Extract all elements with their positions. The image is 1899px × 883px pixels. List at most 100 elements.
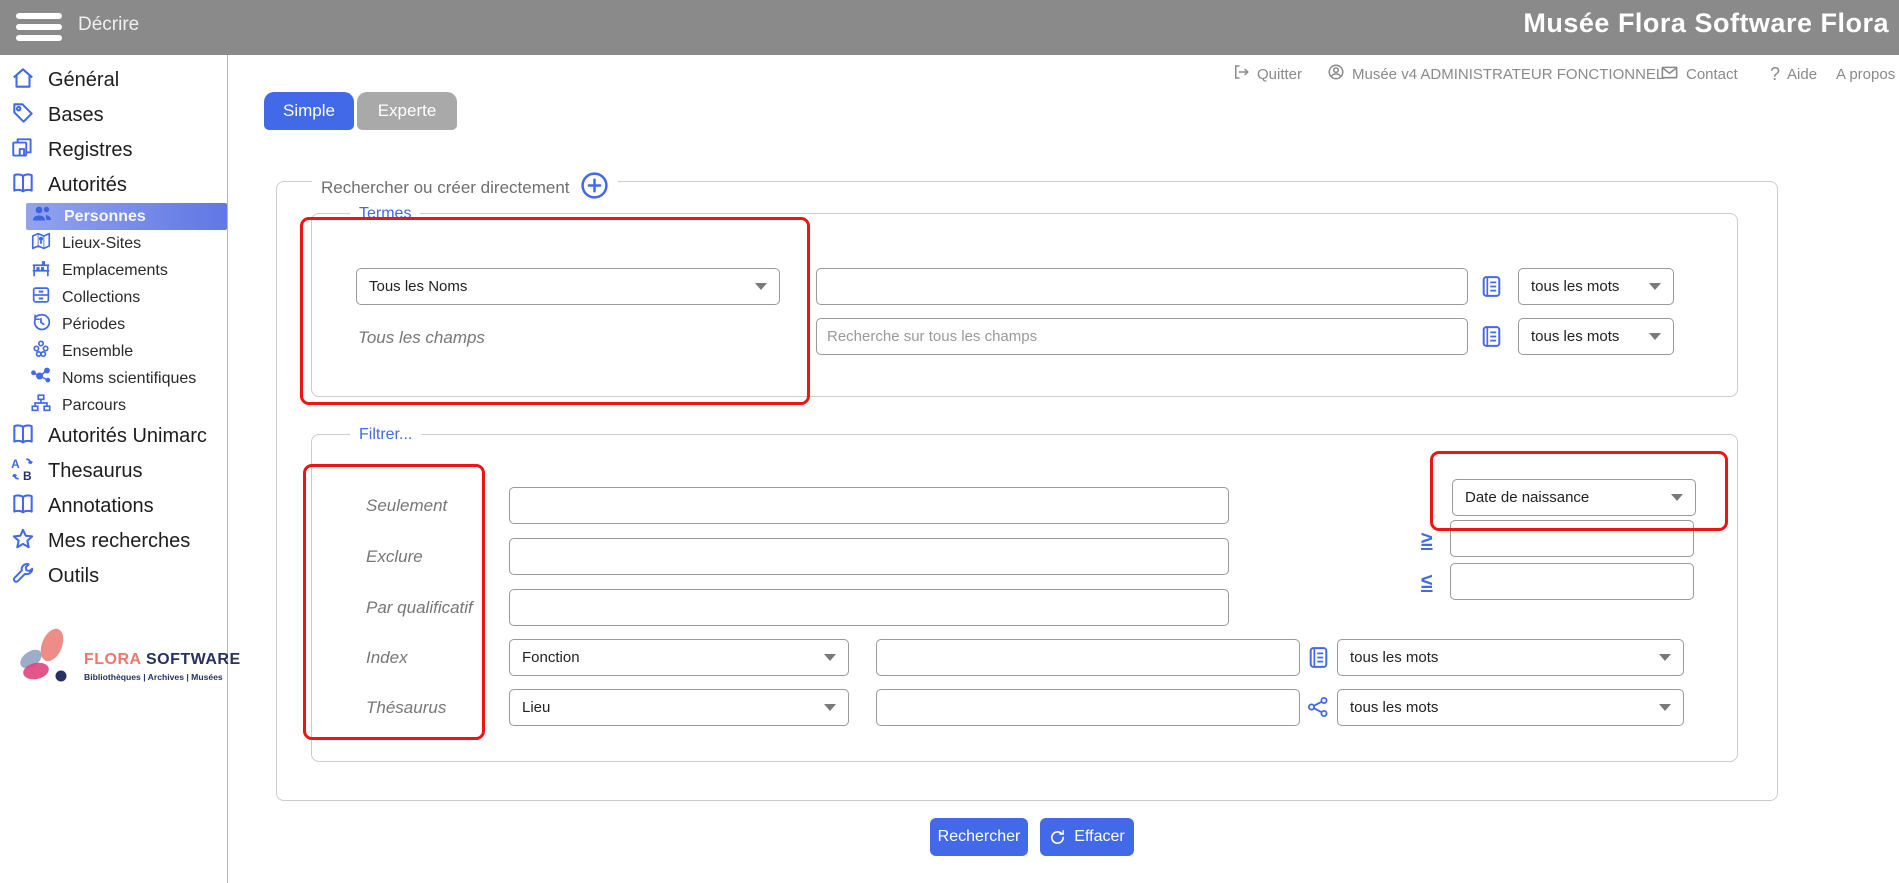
envelope-icon <box>1660 63 1679 86</box>
sidebar-item-mes-recherches[interactable]: Mes recherches <box>0 524 227 559</box>
par-qualificatif-input[interactable] <box>509 589 1229 626</box>
brand-tagline: Bibliothèques | Archives | Musées <box>84 672 224 682</box>
sidebar-item-periodes[interactable]: Périodes <box>0 311 227 338</box>
brand-flora: FLORA <box>84 651 141 668</box>
sidebar-item-autorites[interactable]: Autorités <box>0 168 227 203</box>
shelf-icon <box>30 257 52 284</box>
index-book-icon[interactable] <box>1479 324 1504 354</box>
contact-link[interactable]: Contact <box>1660 63 1738 85</box>
index-match-select[interactable]: tous les mots <box>1337 639 1684 676</box>
book-icon <box>10 170 36 202</box>
filter-label-thesaurus: Thésaurus <box>366 698 446 718</box>
sidebar-item-label: Général <box>48 69 119 92</box>
chevron-down-icon <box>755 283 767 290</box>
sidebar-item-noms-scientifiques[interactable]: Noms scientifiques <box>0 365 227 392</box>
sidebar-item-label: Annotations <box>48 495 154 518</box>
termes-legend: Termes <box>350 205 420 223</box>
clear-button[interactable]: Effacer <box>1040 818 1134 856</box>
lte-symbol: ≤ <box>1421 570 1433 594</box>
registers-icon <box>10 135 36 167</box>
date-gte-input[interactable] <box>1450 520 1694 557</box>
sidebar-item-emplacements[interactable]: Emplacements <box>0 257 227 284</box>
index-value-input[interactable] <box>876 639 1300 676</box>
exit-icon <box>1232 63 1250 85</box>
hamburger-menu-icon[interactable] <box>16 13 62 43</box>
index-book-icon[interactable] <box>1306 645 1331 675</box>
thesaurus-field-select[interactable]: Lieu <box>509 689 849 726</box>
sidebar-item-collections[interactable]: Collections <box>0 284 227 311</box>
refresh-icon <box>1049 829 1066 846</box>
sidebar-item-label: Personnes <box>64 208 146 226</box>
index-book-icon[interactable] <box>1479 274 1504 304</box>
user-account[interactable]: Musée v4 ADMINISTRATEUR FONCTIONNEL <box>1327 63 1664 85</box>
sidebar-item-autorites-unimarc[interactable]: Autorités Unimarc <box>0 419 227 454</box>
sidebar-item-label: Ensemble <box>62 343 133 361</box>
tab-experte[interactable]: Experte <box>357 92 457 130</box>
sidebar-item-annotations[interactable]: Annotations <box>0 489 227 524</box>
brand-software: SOFTWARE <box>146 651 241 668</box>
sidebar-item-ensemble[interactable]: Ensemble <box>0 338 227 365</box>
sidebar-item-bases[interactable]: Bases <box>0 98 227 133</box>
translate-icon: AB <box>10 456 36 488</box>
chevron-down-icon <box>824 704 836 711</box>
sidebar-item-personnes[interactable]: Personnes <box>26 203 227 230</box>
name-search-input[interactable] <box>816 268 1468 305</box>
filter-label-exclure: Exclure <box>366 547 423 567</box>
sidebar-item-lieux-sites[interactable]: Lieux-Sites <box>0 230 227 257</box>
apropos-link[interactable]: A propos <box>1836 63 1895 85</box>
chevron-down-icon <box>1671 494 1683 501</box>
home-icon <box>10 65 36 97</box>
sidebar-item-label: Thesaurus <box>48 460 143 483</box>
orgchart-icon <box>30 392 52 419</box>
chevron-down-icon <box>1659 704 1671 711</box>
sidebar-item-registres[interactable]: Registres <box>0 133 227 168</box>
wrench-icon <box>10 561 36 593</box>
all-fields-match-select[interactable]: tous les mots <box>1518 318 1674 355</box>
aide-link[interactable]: ? Aide <box>1770 63 1817 85</box>
sidebar-item-label: Collections <box>62 289 140 307</box>
hierarchy-share-icon[interactable] <box>1306 695 1330 724</box>
chevron-down-icon <box>1649 283 1661 290</box>
quitter-link[interactable]: Quitter <box>1232 63 1302 85</box>
sidebar-item-label: Autorités <box>48 174 127 197</box>
app-title: Musée Flora Software Flora <box>1523 8 1889 39</box>
thesaurus-match-select[interactable]: tous les mots <box>1337 689 1684 726</box>
sidebar-item-thesaurus[interactable]: AB Thesaurus <box>0 454 227 489</box>
search-panel-legend: Rechercher ou créer directement <box>312 171 618 205</box>
map-pin-icon <box>30 230 52 257</box>
sidebar-item-outils[interactable]: Outils <box>0 559 227 594</box>
sidebar-item-label: Lieux-Sites <box>62 235 141 253</box>
module-title: Décrire <box>78 14 139 36</box>
sidebar-item-label: Outils <box>48 565 99 588</box>
chevron-down-icon <box>824 654 836 661</box>
sidebar-item-label: Bases <box>48 104 104 127</box>
star-icon <box>10 526 36 558</box>
svg-text:B: B <box>23 468 32 481</box>
date-lte-input[interactable] <box>1450 563 1694 600</box>
sidebar-item-label: Périodes <box>62 316 125 334</box>
chevron-down-icon <box>1649 333 1661 340</box>
person-circle-icon <box>1327 63 1345 85</box>
chevron-down-icon <box>1659 654 1671 661</box>
all-fields-input[interactable] <box>816 318 1468 355</box>
sidebar-item-label: Parcours <box>62 397 126 415</box>
sidebar-item-parcours[interactable]: Parcours <box>0 392 227 419</box>
question-icon: ? <box>1770 64 1780 85</box>
group-icon <box>30 338 52 365</box>
sidebar-item-general[interactable]: Général <box>0 63 227 98</box>
name-match-select[interactable]: tous les mots <box>1518 268 1674 305</box>
tag-icon <box>10 100 36 132</box>
molecule-icon <box>30 365 52 392</box>
book-icon <box>10 421 36 453</box>
date-field-select[interactable]: Date de naissance <box>1452 479 1696 516</box>
search-button[interactable]: Rechercher <box>930 818 1028 856</box>
plus-circle-icon[interactable] <box>580 171 609 205</box>
thesaurus-value-input[interactable] <box>876 689 1300 726</box>
persons-icon <box>30 202 54 231</box>
sidebar-item-label: Registres <box>48 139 132 162</box>
exclure-input[interactable] <box>509 538 1229 575</box>
name-field-select[interactable]: Tous les Noms <box>356 268 780 305</box>
tab-simple[interactable]: Simple <box>264 92 354 130</box>
seulement-input[interactable] <box>509 487 1229 524</box>
index-field-select[interactable]: Fonction <box>509 639 849 676</box>
